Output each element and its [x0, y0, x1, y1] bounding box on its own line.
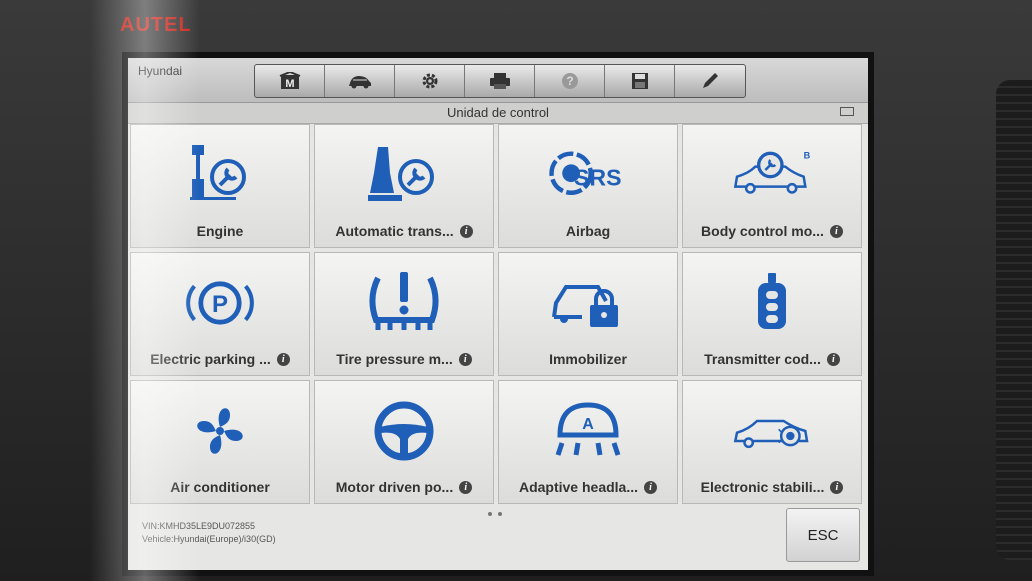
engine-icon	[180, 143, 260, 207]
tile-motor-driven-power-steering[interactable]: Motor driven po... i	[314, 380, 494, 504]
body-control-icon: B	[732, 143, 812, 207]
tile-electric-parking[interactable]: P Electric parking ... i	[130, 252, 310, 376]
key-fob-icon	[732, 271, 812, 335]
tile-adaptive-headlight[interactable]: A Adaptive headla... i	[498, 380, 678, 504]
info-icon[interactable]: i	[459, 480, 473, 494]
tile-transmitter-code[interactable]: Transmitter cod... i	[682, 252, 862, 376]
stability-control-icon	[732, 399, 812, 463]
tile-label: Motor driven po...	[335, 479, 454, 495]
tile-label: Airbag	[565, 223, 611, 239]
svg-text:M: M	[285, 78, 294, 90]
esc-button[interactable]: ESC	[786, 508, 860, 562]
srs-airbag-icon: SRS	[548, 143, 628, 207]
tile-tire-pressure[interactable]: Tire pressure m... i	[314, 252, 494, 376]
brand-logo: AUTEL	[120, 14, 192, 36]
home-icon: M	[279, 72, 300, 90]
parking-brake-icon: P	[180, 271, 260, 335]
page-dot	[488, 512, 492, 516]
tile-automatic-transmission[interactable]: Automatic trans... i	[314, 124, 494, 248]
info-icon[interactable]: i	[276, 352, 290, 366]
tile-immobilizer[interactable]: Immobilizer	[498, 252, 678, 376]
page-dot	[498, 512, 502, 516]
vehicle-info: VIN:KMHD35LE9DU072855 Vehicle:Hyundai(Eu…	[142, 520, 276, 546]
page-indicator	[488, 512, 502, 516]
vin-text: VIN:KMHD35LE9DU072855	[142, 521, 256, 531]
tile-label: Adaptive headla...	[518, 479, 639, 495]
print-button[interactable]	[465, 65, 535, 97]
vehicle-swap-button[interactable]	[325, 65, 395, 97]
svg-text:A: A	[582, 416, 594, 433]
tablet-device: AUTEL Hyundai M ? Unidad de control Engi…	[0, 0, 1032, 581]
save-button[interactable]	[605, 65, 675, 97]
tile-body-control[interactable]: B Body control mo... i	[682, 124, 862, 248]
tile-label: Electric parking ...	[150, 351, 271, 367]
info-icon[interactable]: i	[829, 224, 843, 238]
settings-button[interactable]	[395, 65, 465, 97]
tile-airbag[interactable]: SRS Airbag	[498, 124, 678, 248]
home-button[interactable]: M	[255, 65, 325, 97]
info-icon[interactable]: i	[459, 224, 473, 238]
adaptive-headlight-icon: A	[548, 399, 628, 463]
immobilizer-icon	[548, 271, 628, 335]
screen: Hyundai M ? Unidad de control Engine Aut…	[128, 58, 868, 570]
vehicle-swap-icon	[348, 76, 371, 89]
tile-electronic-stability[interactable]: Electronic stabili... i	[682, 380, 862, 504]
vehicle-name: Hyundai	[138, 64, 183, 78]
svg-text:B: B	[804, 150, 811, 160]
settings-icon	[422, 73, 437, 89]
edit-icon	[703, 73, 718, 88]
page-title: Unidad de control	[447, 105, 549, 120]
battery-icon	[840, 107, 854, 116]
tile-label: Electronic stabili...	[700, 479, 825, 495]
edit-button[interactable]	[675, 65, 745, 97]
tile-label: Transmitter cod...	[704, 351, 821, 367]
tile-air-conditioner[interactable]: Air conditioner	[130, 380, 310, 504]
tile-label: Air conditioner	[170, 479, 270, 495]
device-grip	[996, 80, 1032, 560]
title-bar: Unidad de control	[128, 103, 868, 124]
help-icon: ?	[561, 73, 578, 89]
fan-icon	[180, 399, 260, 463]
help-button[interactable]: ?	[535, 65, 605, 97]
info-icon[interactable]: i	[644, 480, 658, 494]
toolbar: M ?	[254, 64, 746, 98]
tile-label: Engine	[196, 223, 244, 239]
tile-label: Tire pressure m...	[336, 351, 453, 367]
svg-text:P: P	[212, 291, 228, 318]
save-icon	[631, 73, 648, 89]
control-unit-grid: Engine Automatic trans... i SRS Airbag B…	[130, 124, 866, 504]
top-bar: Hyundai M ?	[128, 58, 868, 103]
svg-text:?: ?	[566, 74, 573, 88]
info-icon[interactable]: i	[826, 352, 840, 366]
tile-label: Automatic trans...	[335, 223, 454, 239]
svg-text:SRS: SRS	[574, 165, 622, 191]
print-icon	[489, 73, 510, 89]
tile-label: Immobilizer	[549, 351, 627, 367]
tire-pressure-icon	[364, 271, 444, 335]
tile-engine[interactable]: Engine	[130, 124, 310, 248]
vehicle-text: Vehicle:Hyundai(Europe)/i30(GD)	[142, 534, 276, 544]
info-icon[interactable]: i	[830, 480, 844, 494]
info-icon[interactable]: i	[458, 352, 472, 366]
steering-wheel-icon	[364, 399, 444, 463]
tile-label: Body control mo...	[701, 223, 824, 239]
battery-indicator	[840, 107, 854, 116]
automatic-transmission-icon	[364, 143, 444, 207]
